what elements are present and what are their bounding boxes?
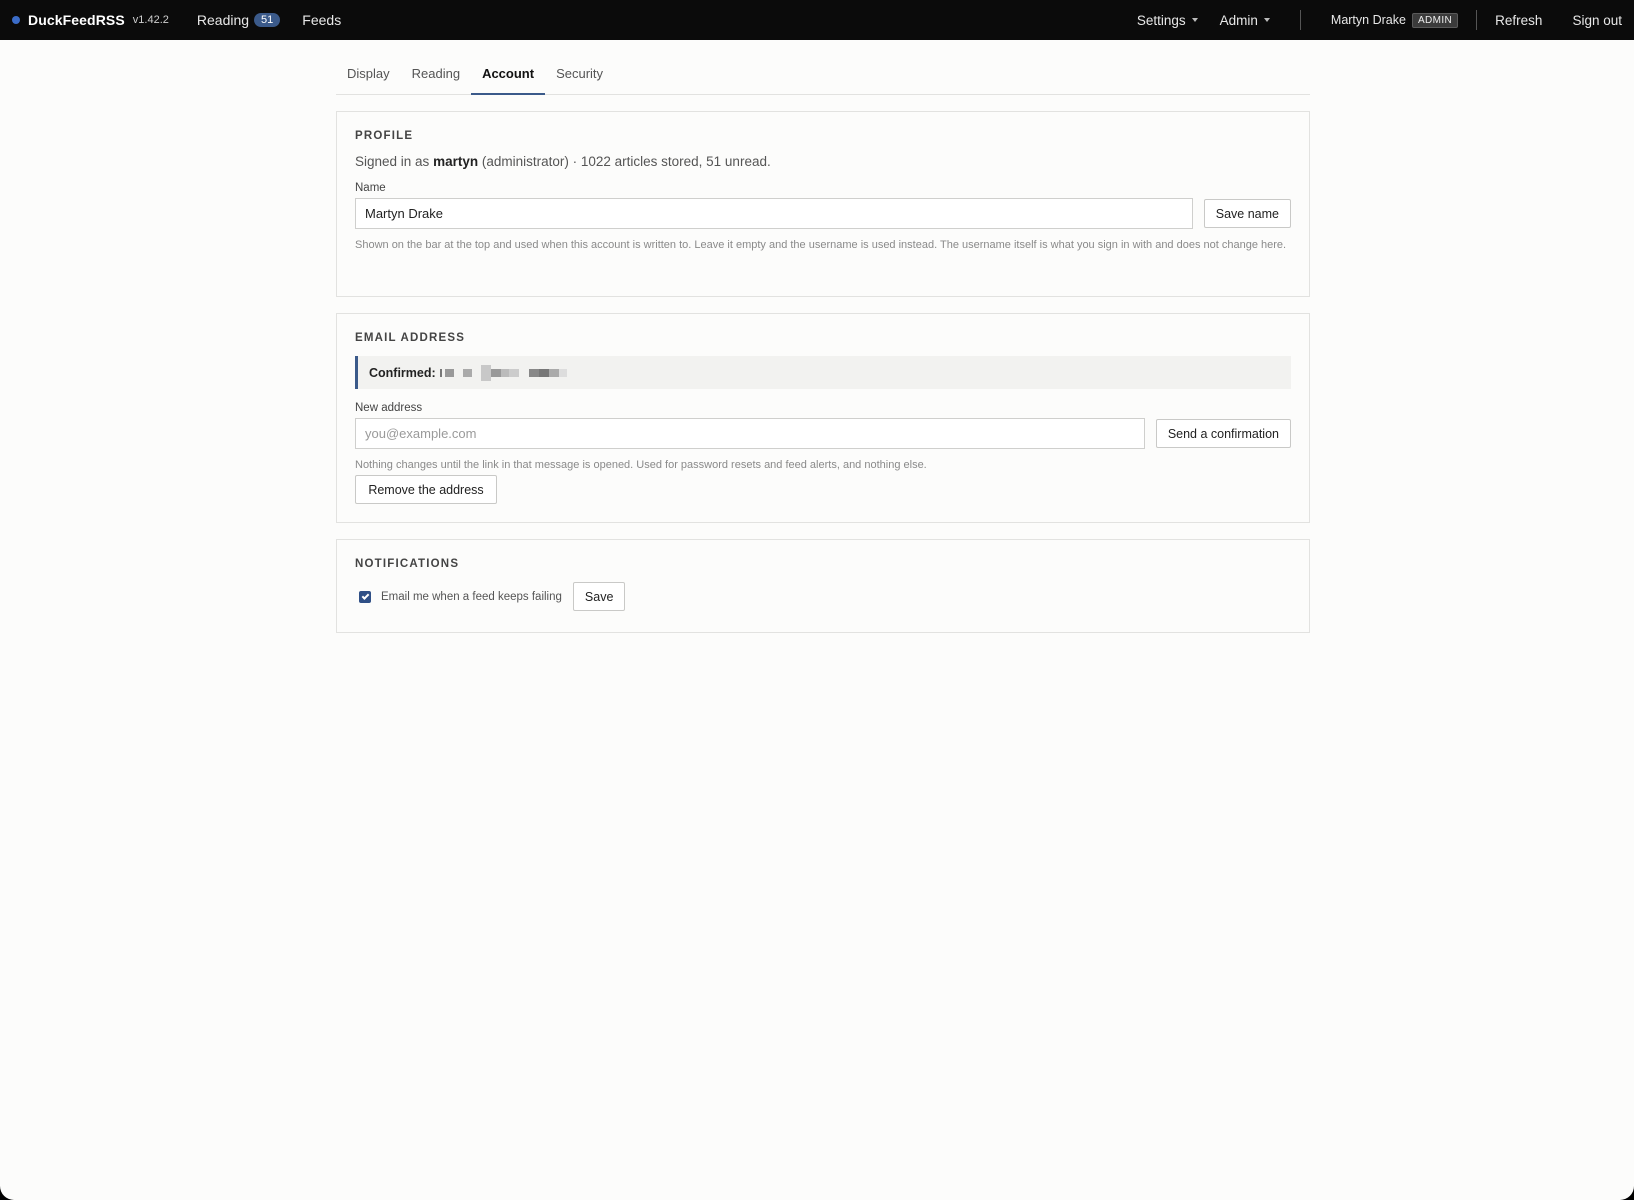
nav-item-reading[interactable]: Reading 51 [196, 12, 281, 28]
tab-account[interactable]: Account [471, 66, 546, 95]
email-help-text: Nothing changes until the link in that m… [355, 459, 927, 471]
section-title: PROFILE [355, 130, 414, 142]
chevron-down-icon [1263, 18, 1270, 22]
save-name-button[interactable]: Save name [1203, 199, 1291, 228]
screen: DuckFeedRSS v1.42.2 Reading 51 Feeds Set… [0, 0, 1634, 1200]
signed-in-summary: Signed in as martyn (administrator) · 10… [355, 154, 1291, 169]
email-card: EMAIL ADDRESS Confirmed: New address you… [336, 313, 1310, 523]
brand-name[interactable]: DuckFeedRSS [28, 12, 125, 28]
new-address-row: Send a confirmation [355, 418, 1291, 449]
profile-card: PROFILE Signed in as martyn (administrat… [336, 111, 1310, 297]
admin-dropdown-label: Admin [1219, 12, 1258, 28]
confirmed-label: Confirmed: [369, 365, 436, 380]
nav-item-feeds[interactable]: Feeds [302, 12, 341, 28]
checkmark-icon [361, 591, 369, 600]
nav-item-label: Reading [196, 12, 250, 28]
top-bar-right: Settings Admin Martyn Drake ADMIN Refres… [1137, 10, 1622, 30]
name-label: Name [355, 182, 386, 194]
settings-tabs: Display Reading Account Security [336, 40, 1310, 95]
summary-suffix: (administrator) · 1022 articles stored, … [478, 154, 771, 169]
summary-prefix: Signed in as [355, 154, 434, 169]
redacted-email [439, 364, 567, 381]
feed-failure-checkbox[interactable] [359, 590, 371, 603]
confirmed-email-notice: Confirmed: [355, 356, 1291, 389]
section-title: NOTIFICATIONS [355, 558, 460, 570]
username: martyn [433, 154, 479, 169]
notification-row: Email me when a feed keeps failing Save [355, 582, 1291, 611]
new-address-field[interactable] [355, 418, 1145, 449]
role-badge: ADMIN [1411, 12, 1459, 28]
sign-out-link[interactable]: Sign out [1572, 13, 1622, 28]
admin-dropdown[interactable]: Admin [1220, 13, 1270, 28]
remove-address-button[interactable]: Remove the address [355, 475, 497, 504]
settings-dropdown[interactable]: Settings [1137, 13, 1198, 28]
new-address-label: New address [355, 402, 423, 414]
feed-failure-label[interactable]: Email me when a feed keeps failing [381, 591, 562, 603]
send-confirmation-button[interactable]: Send a confirmation [1155, 419, 1291, 448]
top-bar: DuckFeedRSS v1.42.2 Reading 51 Feeds Set… [0, 0, 1634, 40]
app-version: v1.42.2 [132, 14, 169, 26]
notifications-card: NOTIFICATIONS Email me when a feed keeps… [336, 539, 1310, 633]
tab-reading[interactable]: Reading [401, 66, 471, 95]
current-user: Martyn Drake ADMIN [1330, 12, 1459, 28]
name-field[interactable] [355, 198, 1193, 229]
brand-dot-icon [12, 16, 20, 24]
refresh-link[interactable]: Refresh [1495, 13, 1542, 28]
tab-display[interactable]: Display [336, 66, 401, 95]
divider [1476, 10, 1478, 30]
nav-item-label: Feeds [302, 12, 342, 28]
settings-main: Display Reading Account Security PROFILE… [336, 40, 1310, 633]
user-name: Martyn Drake [1330, 13, 1406, 27]
name-row: Save name [355, 198, 1291, 229]
chevron-down-icon [1191, 18, 1198, 22]
save-notifications-button[interactable]: Save [572, 582, 626, 611]
settings-dropdown-label: Settings [1136, 12, 1186, 28]
name-help-text: Shown on the bar at the top and used whe… [355, 239, 1287, 251]
section-title: EMAIL ADDRESS [355, 332, 466, 344]
tab-security[interactable]: Security [545, 66, 614, 95]
divider [1299, 10, 1301, 30]
main-nav: Reading 51 Feeds [197, 12, 341, 28]
unread-count-badge: 51 [254, 13, 281, 27]
